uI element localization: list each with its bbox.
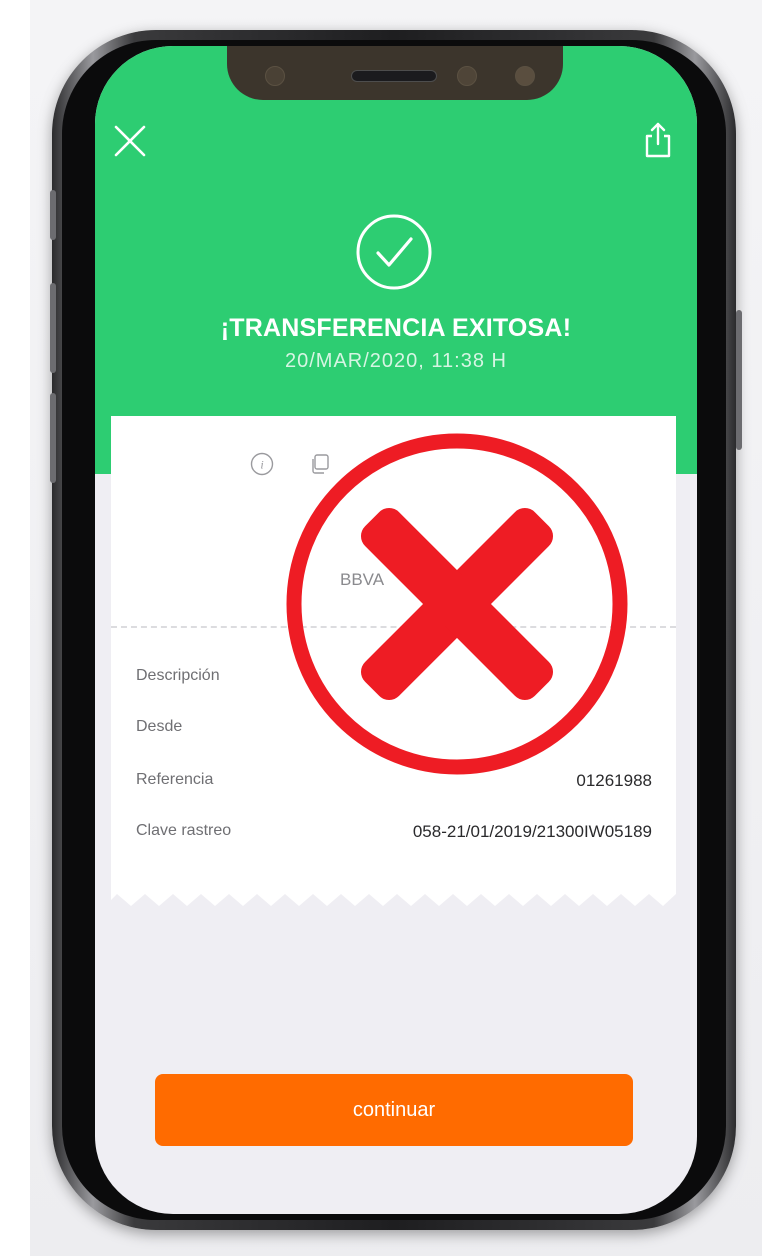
front-camera bbox=[515, 66, 535, 86]
sensor-dot bbox=[265, 66, 285, 86]
receipt-torn-edge bbox=[111, 890, 676, 906]
close-icon[interactable] bbox=[113, 124, 147, 158]
row-label-descripcion: Descripción bbox=[136, 667, 220, 684]
phone-volume-down bbox=[50, 393, 56, 483]
transfer-datetime: 20/MAR/2020, 11:38 H bbox=[285, 350, 507, 372]
check-circle-icon bbox=[356, 214, 432, 290]
row-label-desde: Desde bbox=[136, 718, 183, 735]
phone-mute-switch bbox=[50, 190, 56, 240]
app-screen: ¡TRANSFERENCIA EXITOSA! 20/MAR/2020, 11:… bbox=[95, 46, 697, 1214]
speaker-grille bbox=[351, 70, 437, 82]
success-title: ¡TRANSFERENCIA EXITOSA! bbox=[220, 314, 572, 342]
phone-volume-up bbox=[50, 283, 56, 373]
continue-button[interactable]: continuar bbox=[155, 1074, 633, 1146]
camera-lens bbox=[457, 66, 477, 86]
row-value-clave-rastreo: 058-21/01/2019/21300IW05189 bbox=[412, 822, 652, 841]
svg-text:i: i bbox=[260, 458, 263, 472]
row-label-referencia: Referencia bbox=[136, 771, 214, 788]
phone-notch bbox=[227, 46, 563, 100]
share-icon[interactable] bbox=[643, 122, 673, 158]
info-icon[interactable]: i bbox=[250, 452, 274, 476]
red-x-mark-icon bbox=[286, 433, 628, 775]
row-label-clave-rastreo: Clave rastreo bbox=[136, 822, 232, 839]
phone-power-button bbox=[736, 310, 742, 450]
